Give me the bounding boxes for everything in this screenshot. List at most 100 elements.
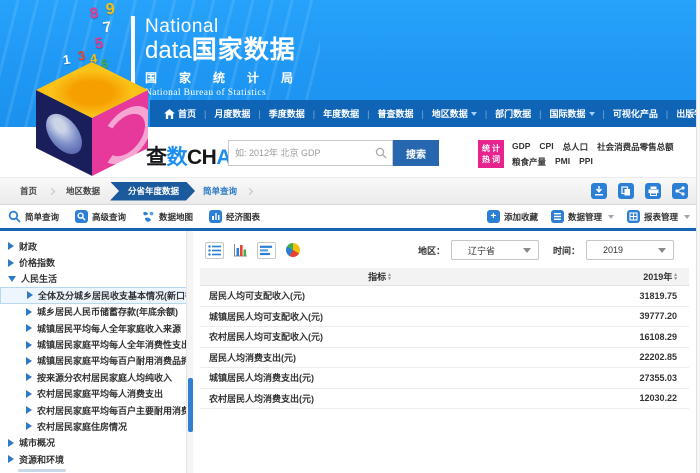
sidebar-item-resources-environment[interactable]: 资源和环境 (0, 451, 192, 467)
report-manage-icon (626, 210, 640, 223)
indicator-cell: 农村居民人均可支配收入(元) (209, 332, 323, 343)
hot-word-population[interactable]: 总人口 (563, 141, 589, 153)
tab-simple-query[interactable]: 简单查询 (199, 185, 241, 197)
print-button[interactable] (645, 183, 661, 199)
region-label: 地区： (417, 245, 445, 256)
sidebar-item-rural-consumption[interactable]: 农村居民家庭平均每人消费支出 (0, 386, 192, 402)
main-nav: 首页 月度数据 季度数据 年度数据 普查数据 地区数据 部门数据 国际数据 可视… (150, 100, 700, 127)
window-scrollbar[interactable] (696, 0, 700, 473)
breadcrumb-home[interactable]: 首页 (14, 185, 43, 197)
data-manage-dropdown[interactable]: 数据管理 (550, 210, 614, 223)
bar-chart-view-button[interactable] (231, 241, 250, 259)
sidebar-item-rural-net-income[interactable]: 按来源分农村居民家庭人均纯收入 (0, 369, 192, 385)
triangle-right-icon (26, 406, 32, 415)
time-select[interactable]: 2019 (586, 240, 674, 260)
report-manage-dropdown[interactable]: 报表管理 (626, 210, 690, 223)
hot-word-pmi[interactable]: PMI (555, 156, 570, 168)
nav-item-census[interactable]: 普查数据 (373, 107, 427, 120)
advanced-query-button[interactable]: 高级查询 (75, 210, 126, 223)
sidebar-scrollbar-thumb[interactable] (187, 378, 193, 432)
nav-item-visualization[interactable]: 可视化产品 (609, 107, 672, 120)
triangle-right-icon (8, 455, 14, 464)
logo-cube-art: 8 9 7 5 1 3 4 6 2 (0, 0, 160, 180)
column-header-indicator[interactable]: 指标 ▴ ▾ (200, 270, 559, 283)
sidebar-item-city-overview[interactable]: 城市概况 (0, 435, 192, 451)
triangle-right-icon (8, 438, 14, 447)
sidebar-item-savings-deposit[interactable]: 城乡居民人民币储蓄存款(年底余额) (0, 304, 192, 320)
nav-item-monthly[interactable]: 月度数据 (210, 107, 264, 120)
print-icon (648, 186, 658, 196)
logo-line2: data国家数据 (145, 37, 297, 64)
search-input[interactable] (235, 141, 373, 165)
search-button[interactable]: 搜索 (393, 140, 439, 166)
list-view-button[interactable] (205, 241, 224, 259)
sidebar-item-urban-consumption[interactable]: 城镇居民家庭平均每人全年消费性支出 (0, 336, 192, 352)
triangle-right-icon (26, 340, 32, 349)
toolbar-label: 经济图表 (226, 211, 261, 222)
data-manage-icon (550, 210, 564, 223)
sidebar-item-urban-income-source[interactable]: 城镇居民平均每人全年家庭收入来源 (0, 320, 192, 336)
economic-charts-button[interactable]: 经济图表 (209, 210, 260, 223)
tree-label: 城乡居民人民币储蓄存款(年底余额) (37, 307, 178, 318)
logo-line1: National (145, 16, 219, 37)
nav-item-quarterly[interactable]: 季度数据 (265, 107, 319, 120)
data-table: 指标 ▴ ▾ 2019年 ▴ ▾ 居民人均可支配收入(元) 31819.75 城镇居民人… (200, 268, 689, 409)
chevron-right-icon (246, 187, 254, 195)
sort-icon: ▴ ▾ (674, 272, 677, 282)
chevron-down-icon (470, 111, 477, 116)
download-button[interactable] (591, 183, 607, 199)
hot-word-retail[interactable]: 社会消费品零售总额 (597, 141, 674, 153)
hot-word-gdp[interactable]: GDP (512, 141, 530, 153)
triangle-right-icon (26, 389, 32, 398)
advanced-search-icon (75, 210, 89, 223)
nav-label: 首页 (178, 109, 197, 119)
share-button[interactable] (672, 183, 688, 199)
cube-logo (36, 62, 148, 176)
pie-chart-view-button[interactable] (283, 241, 302, 259)
sidebar-item-rural-housing[interactable]: 农村居民家庭住房情况 (0, 418, 192, 434)
table-row: 居民人均可支配收入(元) 31819.75 (200, 286, 689, 307)
add-favorite-button[interactable]: + 添加收藏 (486, 210, 538, 223)
sidebar-item-urban-durables[interactable]: 城镇居民家庭平均每百户耐用消费品拥有 (0, 353, 192, 369)
sidebar-item-people-life[interactable]: 人民生活 (0, 271, 192, 287)
simple-query-button[interactable]: 简单查询 (8, 210, 59, 223)
tree-label: 人民生活 (21, 274, 58, 285)
nav-item-home[interactable]: 首页 (160, 107, 210, 120)
nav-label: 季度数据 (268, 109, 305, 119)
nav-item-international[interactable]: 国际数据 (546, 107, 609, 120)
falling-number: 7 (101, 18, 113, 37)
home-icon (164, 108, 175, 119)
badge-line: 热词 (482, 155, 502, 164)
region-select[interactable]: 辽宁省 (450, 240, 539, 260)
brand-part: 数 (166, 146, 188, 169)
sidebar-hscrollbar-thumb[interactable] (18, 469, 66, 472)
category-sidebar: 财政 价格指数 人民生活 全体及分城乡居民收支基本情况(新口径) 城乡居民人民币… (0, 231, 193, 473)
data-map-button[interactable]: 数据地图 (142, 210, 193, 223)
nav-label: 国际数据 (549, 109, 586, 119)
copy-button[interactable] (618, 183, 634, 199)
sidebar-item-rural-durables[interactable]: 农村居民家庭平均每百户主要耐用消费品 (0, 402, 192, 418)
nav-item-regional[interactable]: 地区数据 (428, 107, 491, 120)
sidebar-scrollbar-track[interactable] (186, 231, 193, 473)
chevron-down-icon (684, 214, 690, 219)
nav-item-annual[interactable]: 年度数据 (319, 107, 373, 120)
column-header-year[interactable]: 2019年 ▴ ▾ (559, 270, 689, 283)
hot-word-cpi[interactable]: CPI (539, 141, 553, 153)
nav-item-department[interactable]: 部门数据 (491, 107, 545, 120)
triangle-right-icon (8, 258, 14, 267)
sidebar-item-finance[interactable]: 财政 (0, 238, 192, 254)
nav-label: 月度数据 (214, 109, 251, 119)
sidebar-item-price-index[interactable]: 价格指数 (0, 254, 192, 270)
sidebar-item-income-expenditure-basic[interactable]: 全体及分城乡居民收支基本情况(新口径) (0, 287, 190, 304)
brand-part: CH (187, 146, 217, 169)
hot-word-ppi[interactable]: PPI (579, 156, 593, 168)
table-row: 城镇居民人均可支配收入(元) 39777.20 (200, 307, 689, 327)
tab-provincial-annual-data[interactable]: 分省年度数据 (110, 182, 195, 201)
tree-label: 资源和环境 (19, 454, 65, 465)
hot-word-grain[interactable]: 粮食产量 (512, 156, 546, 168)
tree-label: 价格指数 (19, 258, 56, 269)
content-area: 财政 价格指数 人民生活 全体及分城乡居民收支基本情况(新口径) 城乡居民人民币… (0, 231, 700, 473)
breadcrumb-regional-data[interactable]: 地区数据 (60, 185, 106, 197)
hbar-chart-view-button[interactable] (257, 241, 276, 259)
value-cell: 39777.20 (639, 311, 677, 322)
